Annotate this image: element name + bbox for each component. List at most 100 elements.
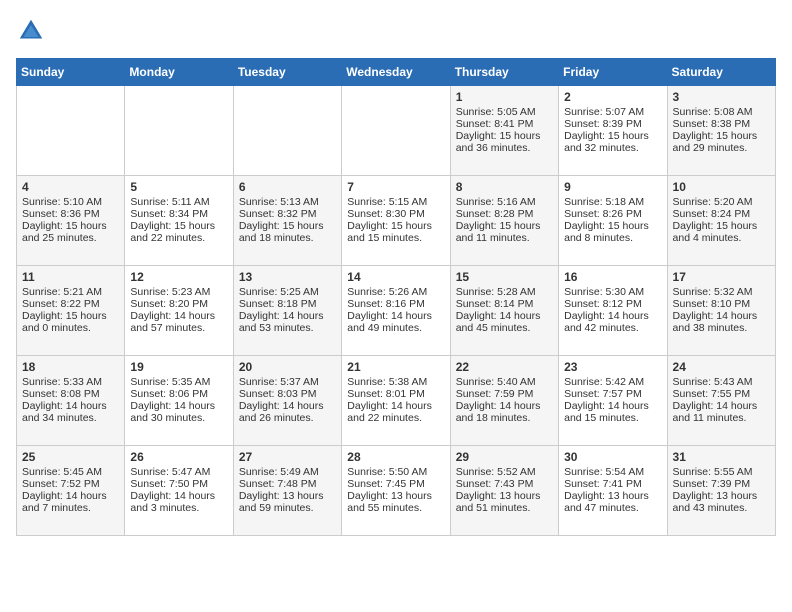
day-header-sunday: Sunday (17, 59, 125, 86)
sunrise-text: Sunrise: 5:47 AM (130, 466, 227, 478)
daylight-text: Daylight: 14 hours and 45 minutes. (456, 310, 553, 334)
day-number: 18 (22, 360, 119, 374)
daylight-text: Daylight: 13 hours and 51 minutes. (456, 490, 553, 514)
sunrise-text: Sunrise: 5:23 AM (130, 286, 227, 298)
daylight-text: Daylight: 15 hours and 22 minutes. (130, 220, 227, 244)
daylight-text: Daylight: 15 hours and 4 minutes. (673, 220, 770, 244)
week-row-1: 1Sunrise: 5:05 AMSunset: 8:41 PMDaylight… (17, 86, 776, 176)
day-cell: 6Sunrise: 5:13 AMSunset: 8:32 PMDaylight… (233, 176, 341, 266)
day-number: 21 (347, 360, 444, 374)
sunrise-text: Sunrise: 5:13 AM (239, 196, 336, 208)
calendar-table: SundayMondayTuesdayWednesdayThursdayFrid… (16, 58, 776, 536)
day-number: 30 (564, 450, 661, 464)
week-row-3: 11 Sunrise: 5:21 AMSunset: 8:22 PM Dayligh… (17, 266, 776, 356)
sunset-text: Sunset: 7:50 PM (130, 478, 227, 490)
day-cell (342, 86, 450, 176)
week-row-2: 4Sunrise: 5:10 AMSunset: 8:36 PMDaylight… (17, 176, 776, 266)
day-cell: 9Sunrise: 5:18 AMSunset: 8:26 PMDaylight… (559, 176, 667, 266)
sunrise-text: Sunrise: 5:21 AM (22, 286, 119, 298)
day-number: 31 (673, 450, 770, 464)
day-cell: 7Sunrise: 5:15 AMSunset: 8:30 PMDaylight… (342, 176, 450, 266)
day-number: 16 (564, 270, 661, 284)
day-number: 9 (564, 180, 661, 194)
logo (16, 16, 50, 46)
day-cell: 31Sunrise: 5:55 AMSunset: 7:39 PMDayligh… (667, 446, 775, 536)
daylight-text: Daylight: 14 hours and 30 minutes. (130, 400, 227, 424)
day-cell: 3Sunrise: 5:08 AMSunset: 8:38 PMDaylight… (667, 86, 775, 176)
week-row-4: 18Sunrise: 5:33 AMSunset: 8:08 PMDayligh… (17, 356, 776, 446)
sunset-text: Sunset: 7:59 PM (456, 388, 553, 400)
day-cell: 10Sunrise: 5:20 AMSunset: 8:24 PMDayligh… (667, 176, 775, 266)
day-cell: 21Sunrise: 5:38 AMSunset: 8:01 PMDayligh… (342, 356, 450, 446)
sunset-text: Sunset: 8:10 PM (673, 298, 770, 310)
day-number: 26 (130, 450, 227, 464)
sunset-text: Sunset: 7:52 PM (22, 478, 119, 490)
day-cell: 15Sunrise: 5:28 AMSunset: 8:14 PMDayligh… (450, 266, 558, 356)
day-number: 14 (347, 270, 444, 284)
daylight-text: Daylight: 15 hours and 8 minutes. (564, 220, 661, 244)
sunrise-text: Sunrise: 5:26 AM (347, 286, 444, 298)
day-cell: 8Sunrise: 5:16 AMSunset: 8:28 PMDaylight… (450, 176, 558, 266)
day-header-saturday: Saturday (667, 59, 775, 86)
day-cell (17, 86, 125, 176)
day-cell: 25Sunrise: 5:45 AMSunset: 7:52 PMDayligh… (17, 446, 125, 536)
day-number: 29 (456, 450, 553, 464)
header-row: SundayMondayTuesdayWednesdayThursdayFrid… (17, 59, 776, 86)
day-header-tuesday: Tuesday (233, 59, 341, 86)
week-row-5: 25Sunrise: 5:45 AMSunset: 7:52 PMDayligh… (17, 446, 776, 536)
day-cell: 19Sunrise: 5:35 AMSunset: 8:06 PMDayligh… (125, 356, 233, 446)
daylight-text: Daylight: 14 hours and 18 minutes. (456, 400, 553, 424)
sunset-text: Sunset: 8:28 PM (456, 208, 553, 220)
logo-icon (16, 16, 46, 46)
day-cell: 30Sunrise: 5:54 AMSunset: 7:41 PMDayligh… (559, 446, 667, 536)
daylight-text: Daylight: 15 hours and 15 minutes. (347, 220, 444, 244)
day-cell: 18Sunrise: 5:33 AMSunset: 8:08 PMDayligh… (17, 356, 125, 446)
daylight-text: Daylight: 14 hours and 26 minutes. (239, 400, 336, 424)
sunset-text: Sunset: 8:41 PM (456, 118, 553, 130)
daylight-text: Daylight: 14 hours and 22 minutes. (347, 400, 444, 424)
sunset-text: Sunset: 7:48 PM (239, 478, 336, 490)
day-number: 28 (347, 450, 444, 464)
daylight-text: Daylight: 14 hours and 49 minutes. (347, 310, 444, 334)
day-number: 23 (564, 360, 661, 374)
day-cell: 24Sunrise: 5:43 AMSunset: 7:55 PMDayligh… (667, 356, 775, 446)
sunset-text: Sunset: 8:08 PM (22, 388, 119, 400)
day-header-friday: Friday (559, 59, 667, 86)
sunrise-text: Sunrise: 5:37 AM (239, 376, 336, 388)
day-cell: 12Sunrise: 5:23 AMSunset: 8:20 PMDayligh… (125, 266, 233, 356)
daylight-text: Daylight: 14 hours and 11 minutes. (673, 400, 770, 424)
day-number: 15 (456, 270, 553, 284)
day-number: 10 (673, 180, 770, 194)
sunset-text: Sunset: 8:22 PM (22, 298, 119, 310)
day-header-wednesday: Wednesday (342, 59, 450, 86)
sunset-text: Sunset: 8:16 PM (347, 298, 444, 310)
sunset-text: Sunset: 8:32 PM (239, 208, 336, 220)
sunset-text: Sunset: 7:45 PM (347, 478, 444, 490)
day-cell: 20Sunrise: 5:37 AMSunset: 8:03 PMDayligh… (233, 356, 341, 446)
day-cell: 16Sunrise: 5:30 AMSunset: 8:12 PMDayligh… (559, 266, 667, 356)
day-header-monday: Monday (125, 59, 233, 86)
day-number: 27 (239, 450, 336, 464)
day-number: 12 (130, 270, 227, 284)
sunset-text: Sunset: 8:18 PM (239, 298, 336, 310)
sunset-text: Sunset: 8:03 PM (239, 388, 336, 400)
day-number: 5 (130, 180, 227, 194)
day-number: 24 (673, 360, 770, 374)
day-cell: 1Sunrise: 5:05 AMSunset: 8:41 PMDaylight… (450, 86, 558, 176)
daylight-text: Daylight: 13 hours and 47 minutes. (564, 490, 661, 514)
daylight-text: Daylight: 15 hours and 29 minutes. (673, 130, 770, 154)
daylight-text: Daylight: 15 hours and 18 minutes. (239, 220, 336, 244)
sunrise-text: Sunrise: 5:49 AM (239, 466, 336, 478)
sunrise-text: Sunrise: 5:32 AM (673, 286, 770, 298)
daylight-text: Daylight: 13 hours and 55 minutes. (347, 490, 444, 514)
sunrise-text: Sunrise: 5:18 AM (564, 196, 661, 208)
day-header-thursday: Thursday (450, 59, 558, 86)
day-number: 11 (22, 270, 119, 284)
sunset-text: Sunset: 7:43 PM (456, 478, 553, 490)
day-number: 22 (456, 360, 553, 374)
day-number: 8 (456, 180, 553, 194)
daylight-text: Daylight: 14 hours and 3 minutes. (130, 490, 227, 514)
page-header (16, 16, 776, 46)
sunrise-text: Sunrise: 5:35 AM (130, 376, 227, 388)
daylight-text: Daylight: 13 hours and 59 minutes. (239, 490, 336, 514)
